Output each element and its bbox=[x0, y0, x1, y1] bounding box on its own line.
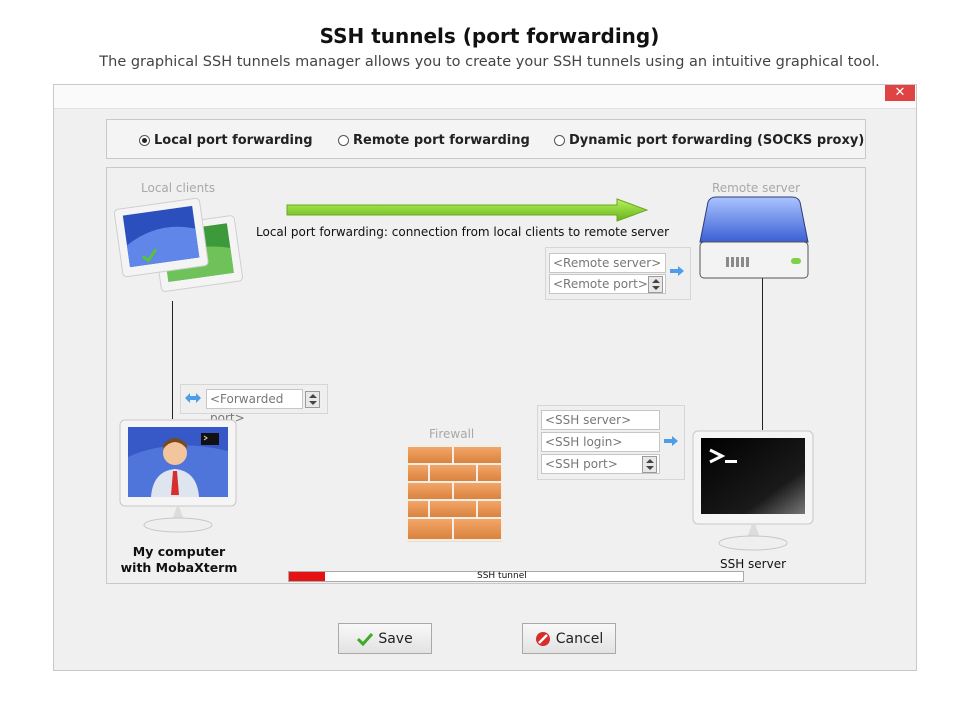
remote-server-icon bbox=[699, 196, 809, 279]
close-button[interactable]: ✕ bbox=[885, 85, 915, 101]
forwarding-mode-group: Local port forwarding Remote port forwar… bbox=[106, 119, 866, 159]
field-placeholder: <Remote server> bbox=[553, 256, 662, 270]
ssh-login-field[interactable]: <SSH login> bbox=[541, 432, 660, 452]
field-placeholder: <SSH server> bbox=[545, 413, 632, 427]
radio-selected-icon bbox=[139, 135, 150, 146]
ssh-server-label: SSH server bbox=[719, 557, 787, 571]
remote-server-label: Remote server bbox=[712, 181, 801, 195]
firewall-label: Firewall bbox=[429, 427, 475, 441]
remote-port-spinner[interactable] bbox=[648, 276, 663, 293]
cancel-button[interactable]: Cancel bbox=[522, 623, 616, 654]
my-computer-label-line: with MobaXterm bbox=[120, 560, 238, 575]
radio-local-port-forwarding[interactable]: Local port forwarding bbox=[139, 133, 313, 148]
window-titlebar bbox=[54, 85, 916, 109]
arrow-right-icon bbox=[664, 436, 678, 446]
field-placeholder: <Remote port> bbox=[553, 277, 648, 291]
connector-line bbox=[172, 301, 173, 419]
ssh-tunnel-bar: SSH tunnel bbox=[288, 571, 744, 582]
radio-remote-port-forwarding[interactable]: Remote port forwarding bbox=[338, 133, 530, 148]
my-computer-icon bbox=[119, 419, 237, 533]
local-clients-icon bbox=[113, 197, 243, 292]
cancel-button-label: Cancel bbox=[555, 630, 604, 647]
radio-label: Local port forwarding bbox=[154, 133, 313, 148]
ssh-port-spinner[interactable] bbox=[642, 456, 657, 473]
my-computer-label: My computer with MobaXterm bbox=[107, 544, 251, 576]
ssh-server-icon bbox=[692, 430, 814, 551]
firewall-icon bbox=[406, 445, 503, 542]
ssh-server-field[interactable]: <SSH server> bbox=[541, 410, 660, 430]
save-button-label: Save bbox=[378, 630, 413, 647]
field-placeholder: <SSH login> bbox=[545, 435, 623, 449]
field-placeholder: <SSH port> bbox=[545, 457, 618, 471]
radio-label: Remote port forwarding bbox=[353, 133, 530, 148]
page-subtitle: The graphical SSH tunnels manager allows… bbox=[99, 54, 880, 70]
cancel-icon bbox=[535, 631, 550, 646]
radio-label: Dynamic port forwarding (SOCKS proxy) bbox=[569, 133, 865, 148]
radio-unselected-icon bbox=[338, 135, 349, 146]
tunnel-start-segment bbox=[289, 572, 325, 581]
arrow-right-icon bbox=[670, 266, 684, 276]
forwarded-port-spinner[interactable] bbox=[305, 391, 320, 408]
radio-dynamic-port-forwarding[interactable]: Dynamic port forwarding (SOCKS proxy) bbox=[554, 133, 864, 148]
arrow-description: Local port forwarding: connection from l… bbox=[256, 225, 670, 239]
page-title: SSH tunnels (port forwarding) bbox=[319, 24, 660, 48]
save-button[interactable]: Save bbox=[338, 623, 432, 654]
forwarding-arrow-icon bbox=[286, 198, 649, 222]
ssh-tunnel-label: SSH tunnel bbox=[477, 571, 527, 581]
tunnel-diagram-panel: Local clients Local port forwarding: con… bbox=[106, 167, 866, 584]
remote-server-field[interactable]: <Remote server> bbox=[549, 253, 666, 273]
radio-unselected-icon bbox=[554, 135, 565, 146]
ssh-tunnel-window: ✕ Local port forwarding Remote port forw… bbox=[53, 84, 917, 671]
arrow-left-right-icon bbox=[185, 393, 201, 403]
forwarded-port-field[interactable]: <Forwarded port> bbox=[206, 389, 303, 425]
connector-line bbox=[762, 278, 763, 430]
my-computer-label-line: My computer bbox=[132, 544, 226, 559]
checkmark-icon bbox=[357, 632, 374, 646]
